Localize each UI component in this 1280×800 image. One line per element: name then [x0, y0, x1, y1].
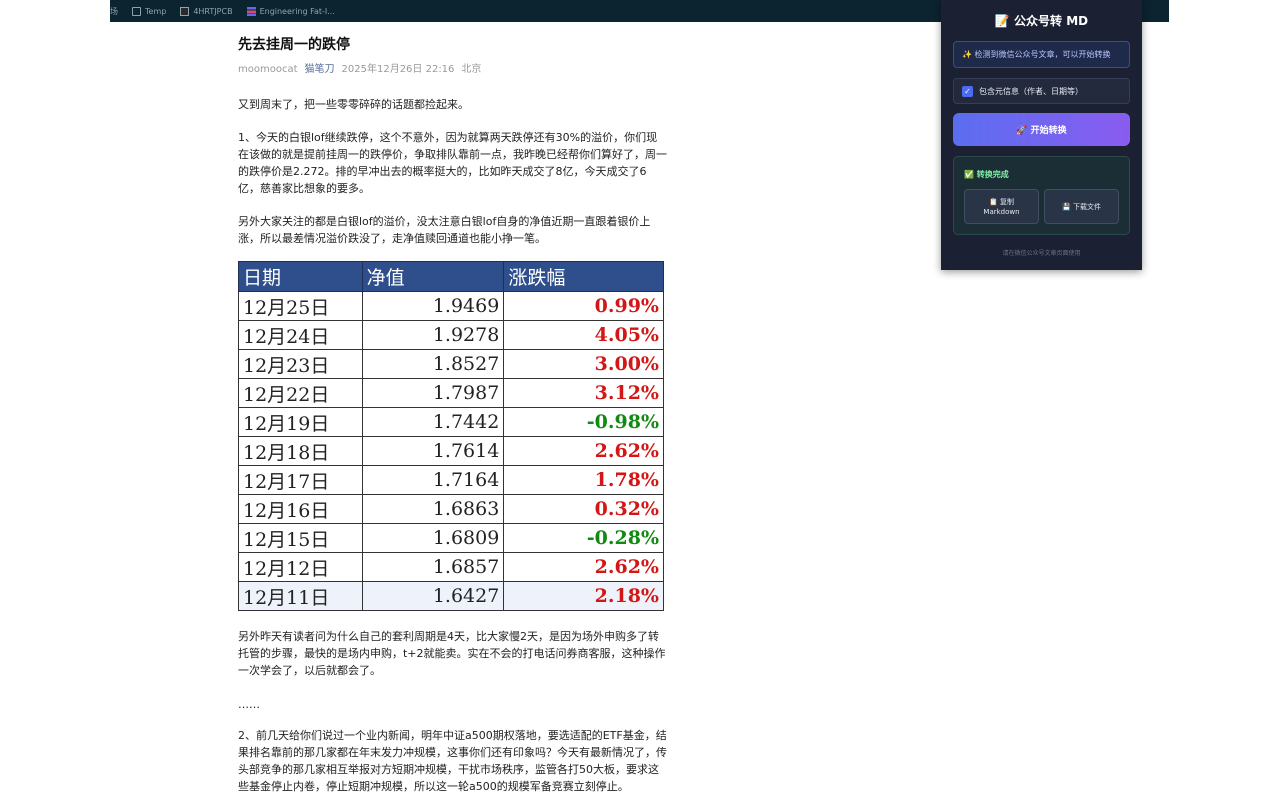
change-cell: 2.62%: [503, 552, 664, 582]
download-file-button[interactable]: 💾 下载文件: [1044, 189, 1119, 224]
nav-value-cell: 1.8527: [361, 349, 505, 379]
change-cell: 3.12%: [503, 378, 664, 408]
date-cell: 12月25日: [238, 291, 363, 321]
article-paragraph: 2、前几天给你们说过一个业内新闻，明年中证a500期权落地，要选适配的ETF基金…: [238, 729, 667, 793]
nav-value-cell: 1.9278: [361, 320, 505, 350]
bookmark-item[interactable]: 场: [110, 6, 118, 17]
table-row: 12月19日 1.7442 -0.98%: [238, 407, 664, 437]
article-paragraph: 另外昨天有读者问为什么自己的套利周期是4天，比大家慢2天，是因为场外申购多了转托…: [238, 630, 666, 677]
detection-status: ✨ 检测到微信公众号文章，可以开始转换: [953, 41, 1130, 68]
table-row: 12月25日 1.9469 0.99%: [238, 291, 664, 321]
bookmark-label: Engineering Fat-I...: [259, 6, 335, 16]
date-cell: 12月23日: [238, 349, 363, 379]
nav-value-cell: 1.7442: [361, 407, 505, 437]
nav-table: 日期 净值 涨跌幅 12月25日 1.9469 0.99% 12月24日 1.9278 4…: [238, 261, 664, 611]
article-author: moomoocat: [238, 64, 298, 75]
date-cell: 12月22日: [238, 378, 363, 408]
extension-footer: 请在微信公众号文章页面使用: [1002, 250, 1081, 257]
table-row: 12月12日 1.6857 2.62%: [238, 552, 664, 582]
change-cell: 2.18%: [503, 581, 664, 611]
bookmark-item[interactable]: Engineering Fat-I...: [246, 6, 335, 16]
checkbox-checked-icon[interactable]: ✓: [962, 85, 973, 97]
article-paragraph: 又到周末了，把一些零零碎碎的话题都捡起来。: [238, 98, 469, 111]
date-cell: 12月11日: [238, 581, 363, 611]
nav-value-cell: 1.6857: [361, 552, 505, 582]
include-meta-option[interactable]: ✓ 包含元信息（作者、日期等）: [953, 78, 1130, 104]
publish-datetime: 2025年12月26日 22:16: [341, 64, 455, 75]
change-cell: 2.62%: [503, 436, 664, 466]
date-cell: 12月16日: [238, 494, 363, 524]
bookmark-label: Temp: [145, 6, 167, 16]
article-paragraph: 1、今天的白银lof继续跌停，这个不意外，因为就算两天跌停还有30%的溢价，你们…: [238, 131, 667, 195]
table-row: 12月16日 1.6863 0.32%: [238, 494, 664, 524]
table-row: 12月24日 1.9278 4.05%: [238, 320, 664, 350]
table-row: 12月11日 1.6427 2.18%: [238, 581, 664, 611]
table-row: 12月23日 1.8527 3.00%: [238, 349, 664, 379]
nav-value-cell: 1.6427: [361, 581, 505, 611]
extension-title: 📝 公众号转 MD: [994, 14, 1089, 28]
publish-location: 北京: [461, 64, 482, 75]
stack-icon: [246, 6, 256, 16]
table-row: 12月22日 1.7987 3.12%: [238, 378, 664, 408]
article-title: 先去挂周一的跌停: [238, 37, 350, 53]
folder-icon: [132, 6, 141, 16]
date-cell: 12月19日: [238, 407, 363, 437]
table-row: 12月18日 1.7614 2.62%: [238, 436, 664, 466]
date-cell: 12月18日: [238, 436, 363, 466]
date-cell: 12月15日: [238, 523, 363, 553]
article: 先去挂周一的跌停 moomoocat 猫笔刀 2025年12月26日 22:16…: [238, 30, 668, 77]
nav-value-cell: 1.7614: [361, 436, 505, 466]
change-cell: 3.00%: [503, 349, 664, 379]
include-meta-label: 包含元信息（作者、日期等）: [979, 86, 1083, 96]
account-name-link[interactable]: 猫笔刀: [305, 63, 335, 77]
conversion-done-label: ✅ 转换完成: [964, 170, 1009, 179]
nav-value-cell: 1.9469: [361, 291, 505, 321]
change-cell: 0.99%: [503, 291, 664, 321]
column-header: 日期: [238, 261, 363, 292]
result-box: ✅ 转换完成 📋 复制 Markdown 💾 下载文件: [953, 156, 1130, 235]
article-meta: moomoocat 猫笔刀 2025年12月26日 22:16 北京: [238, 63, 668, 77]
bookmark-label: 4HRTJPCB: [193, 6, 233, 16]
article-paragraph: 另外大家关注的都是白银lof的溢价，没太注意白银lof自身的净值近期一直跟着银价…: [238, 215, 651, 245]
extension-panel: 📝 公众号转 MD ✨ 检测到微信公众号文章，可以开始转换 ✓ 包含元信息（作者…: [941, 0, 1142, 270]
document-icon: [180, 6, 190, 16]
article-paragraph: ……: [238, 698, 260, 711]
bookmark-label: 场: [110, 6, 118, 16]
nav-value-cell: 1.6809: [361, 523, 505, 553]
bookmark-item[interactable]: 4HRTJPCB: [180, 6, 233, 16]
date-cell: 12月12日: [238, 552, 363, 582]
date-cell: 12月17日: [238, 465, 363, 495]
date-cell: 12月24日: [238, 320, 363, 350]
change-cell: 1.78%: [503, 465, 664, 495]
change-cell: -0.28%: [503, 523, 664, 553]
table-header-row: 日期 净值 涨跌幅: [238, 261, 664, 292]
column-header: 净值: [361, 261, 505, 292]
table-row: 12月17日 1.7164 1.78%: [238, 465, 664, 495]
change-cell: -0.98%: [503, 407, 664, 437]
copy-markdown-button[interactable]: 📋 复制 Markdown: [964, 189, 1039, 224]
nav-value-cell: 1.7164: [361, 465, 505, 495]
start-convert-button[interactable]: 🚀 开始转换: [953, 113, 1130, 146]
change-cell: 4.05%: [503, 320, 664, 350]
table-row: 12月15日 1.6809 -0.28%: [238, 523, 664, 553]
column-header: 涨跌幅: [503, 261, 664, 292]
nav-value-cell: 1.7987: [361, 378, 505, 408]
bookmark-item[interactable]: Temp: [132, 6, 167, 16]
change-cell: 0.32%: [503, 494, 664, 524]
nav-value-cell: 1.6863: [361, 494, 505, 524]
